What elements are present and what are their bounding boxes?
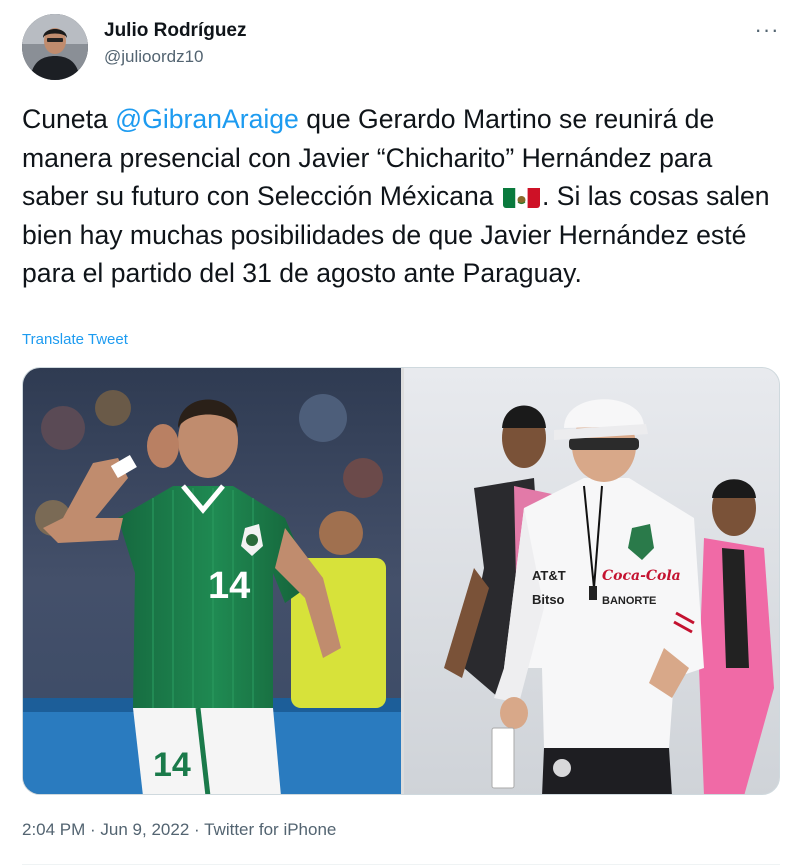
shorts-number: 14 xyxy=(153,746,191,784)
author-name[interactable]: Julio Rodríguez xyxy=(104,20,247,42)
divider xyxy=(22,864,780,865)
photo-chicharito[interactable]: 14 14 xyxy=(23,368,401,794)
tweet-source[interactable]: Twitter for iPhone xyxy=(204,820,336,839)
sponsor-cocacola: Coca-Cola xyxy=(602,568,681,584)
sponsor-bitso: Bitso xyxy=(532,592,565,607)
mexico-flag-icon xyxy=(502,184,540,209)
avatar[interactable] xyxy=(22,14,88,80)
jersey-number: 14 xyxy=(208,565,250,607)
tweet-card: Julio Rodríguez @julioordz10 ··· Cuneta … xyxy=(0,0,800,867)
tweet-date[interactable]: Jun 9, 2022 xyxy=(100,820,189,839)
media-grid: 14 14 AT&T Coca-Cola Bitso BANORTE xyxy=(22,367,780,795)
mention-link[interactable]: @GibranAraige xyxy=(115,104,299,134)
meta-separator-2: · xyxy=(189,820,205,839)
more-options-icon[interactable]: ··· xyxy=(752,18,782,42)
tweet-time[interactable]: 2:04 PM xyxy=(22,820,85,839)
tweet-meta: 2:04 PM · Jun 9, 2022 · Twitter for iPho… xyxy=(22,820,336,840)
photo-coach[interactable]: AT&T Coca-Cola Bitso BANORTE xyxy=(404,368,779,794)
tweet-text: Cuneta @GibranAraige que Gerardo Martino… xyxy=(22,100,782,293)
translate-tweet-link[interactable]: Translate Tweet xyxy=(22,331,128,348)
sponsor-banorte: BANORTE xyxy=(602,595,656,607)
tweet-text-prefix: Cuneta xyxy=(22,104,116,134)
meta-separator-1: · xyxy=(85,820,101,839)
sponsor-att: AT&T xyxy=(532,568,566,583)
author-handle[interactable]: @julioordz10 xyxy=(104,47,203,67)
